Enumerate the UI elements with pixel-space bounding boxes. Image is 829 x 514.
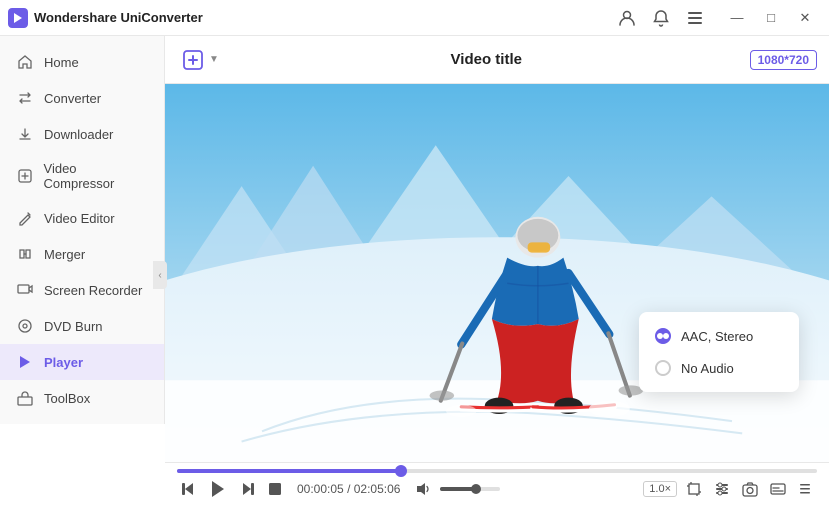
progress-track[interactable]	[177, 469, 817, 473]
time-current: 00:00:05	[297, 482, 344, 496]
sidebar-item-label-merger: Merger	[44, 247, 85, 262]
time-total: 02:05:06	[354, 482, 401, 496]
add-file-dropdown-arrow: ▼	[209, 54, 219, 65]
sidebar: Home Converter Downloader Video Compress…	[0, 36, 165, 424]
sidebar-item-video-editor[interactable]: Video Editor	[0, 200, 164, 236]
minimize-button[interactable]: —	[721, 2, 753, 34]
downloader-icon	[16, 125, 34, 143]
sidebar-item-dvd-burn[interactable]: DVD Burn	[0, 308, 164, 344]
speed-badge[interactable]: 1.0×	[643, 481, 677, 497]
audio-option-aac-stereo[interactable]: AAC, Stereo	[639, 320, 799, 352]
audio-label-aac: AAC, Stereo	[681, 329, 753, 344]
notification-button[interactable]	[647, 4, 675, 32]
converter-icon	[16, 89, 34, 107]
compressor-icon	[16, 167, 34, 185]
main-layout: Home Converter Downloader Video Compress…	[0, 36, 829, 514]
crop-button[interactable]	[683, 479, 705, 499]
radio-no-audio	[655, 360, 671, 376]
app-name: Wondershare UniConverter	[34, 10, 203, 25]
toolbox-icon	[16, 389, 34, 407]
add-file-button[interactable]: ▼	[177, 44, 223, 76]
home-icon	[16, 53, 34, 71]
audio-label-no-audio: No Audio	[681, 361, 734, 376]
controls-row: 00:00:05 / 02:05:06 1.0×	[173, 475, 821, 503]
editor-icon	[16, 209, 34, 227]
resolution-badge: 1080*720	[750, 50, 817, 70]
prev-frame-button[interactable]	[177, 479, 199, 499]
player-icon	[16, 353, 34, 371]
snapshot-button[interactable]	[739, 479, 761, 499]
sidebar-item-merger[interactable]: Merger	[0, 236, 164, 272]
maximize-button[interactable]: □	[755, 2, 787, 34]
sidebar-item-video-compressor[interactable]: Video Compressor	[0, 152, 164, 200]
subtitle-button[interactable]	[767, 479, 789, 499]
title-bar: Wondershare UniConverter — □ ✕	[0, 0, 829, 36]
merger-icon	[16, 245, 34, 263]
audio-option-no-audio[interactable]: No Audio	[639, 352, 799, 384]
sidebar-item-label-dvd: DVD Burn	[44, 319, 103, 334]
profile-button[interactable]	[613, 4, 641, 32]
video-title: Video title	[223, 51, 750, 68]
sidebar-item-toolbox[interactable]: ToolBox	[0, 380, 164, 416]
volume-thumb	[471, 484, 481, 494]
volume-button[interactable]	[412, 479, 434, 499]
sidebar-item-label-converter: Converter	[44, 91, 101, 106]
sidebar-item-label-player: Player	[44, 355, 83, 370]
sidebar-item-label-recorder: Screen Recorder	[44, 283, 142, 298]
next-frame-button[interactable]	[237, 479, 259, 499]
app-logo: Wondershare UniConverter	[8, 8, 203, 28]
sidebar-wrapper: Home Converter Downloader Video Compress…	[0, 36, 165, 514]
audio-tracks-button[interactable]	[711, 479, 733, 499]
content-area: ▼ Video title 1080*720	[165, 36, 829, 514]
title-bar-icons	[613, 4, 709, 32]
sidebar-item-label-editor: Video Editor	[44, 211, 115, 226]
sidebar-item-screen-recorder[interactable]: Screen Recorder	[0, 272, 164, 308]
progress-fill	[177, 469, 401, 473]
sidebar-item-downloader[interactable]: Downloader	[0, 116, 164, 152]
video-scene	[165, 84, 829, 462]
dvd-icon	[16, 317, 34, 335]
playlist-button[interactable]	[795, 479, 817, 499]
sidebar-item-player[interactable]: Player	[0, 344, 164, 380]
volume-slider[interactable]	[440, 487, 500, 491]
recorder-icon	[16, 281, 34, 299]
close-button[interactable]: ✕	[789, 2, 821, 34]
progress-bar-row	[173, 463, 821, 475]
window-controls: — □ ✕	[721, 2, 821, 34]
sidebar-item-label-downloader: Downloader	[44, 127, 113, 142]
audio-dropdown: AAC, Stereo No Audio	[639, 312, 799, 392]
play-button[interactable]	[205, 477, 231, 501]
player-header: ▼ Video title 1080*720	[165, 36, 829, 84]
progress-thumb	[395, 465, 407, 477]
sidebar-item-label-compressor: Video Compressor	[44, 161, 148, 191]
sidebar-item-label-home: Home	[44, 55, 79, 70]
menu-button[interactable]	[681, 4, 709, 32]
logo-icon	[8, 8, 28, 28]
sidebar-collapse-button[interactable]: ‹	[153, 261, 167, 289]
player-controls: 00:00:05 / 02:05:06 1.0×	[165, 462, 829, 514]
video-area: AAC, Stereo No Audio	[165, 84, 829, 462]
time-display: 00:00:05 / 02:05:06	[297, 482, 400, 496]
stop-button[interactable]	[265, 480, 285, 498]
sidebar-item-converter[interactable]: Converter	[0, 80, 164, 116]
radio-aac-stereo	[655, 328, 671, 344]
sidebar-item-label-toolbox: ToolBox	[44, 391, 90, 406]
sidebar-item-home[interactable]: Home	[0, 44, 164, 80]
